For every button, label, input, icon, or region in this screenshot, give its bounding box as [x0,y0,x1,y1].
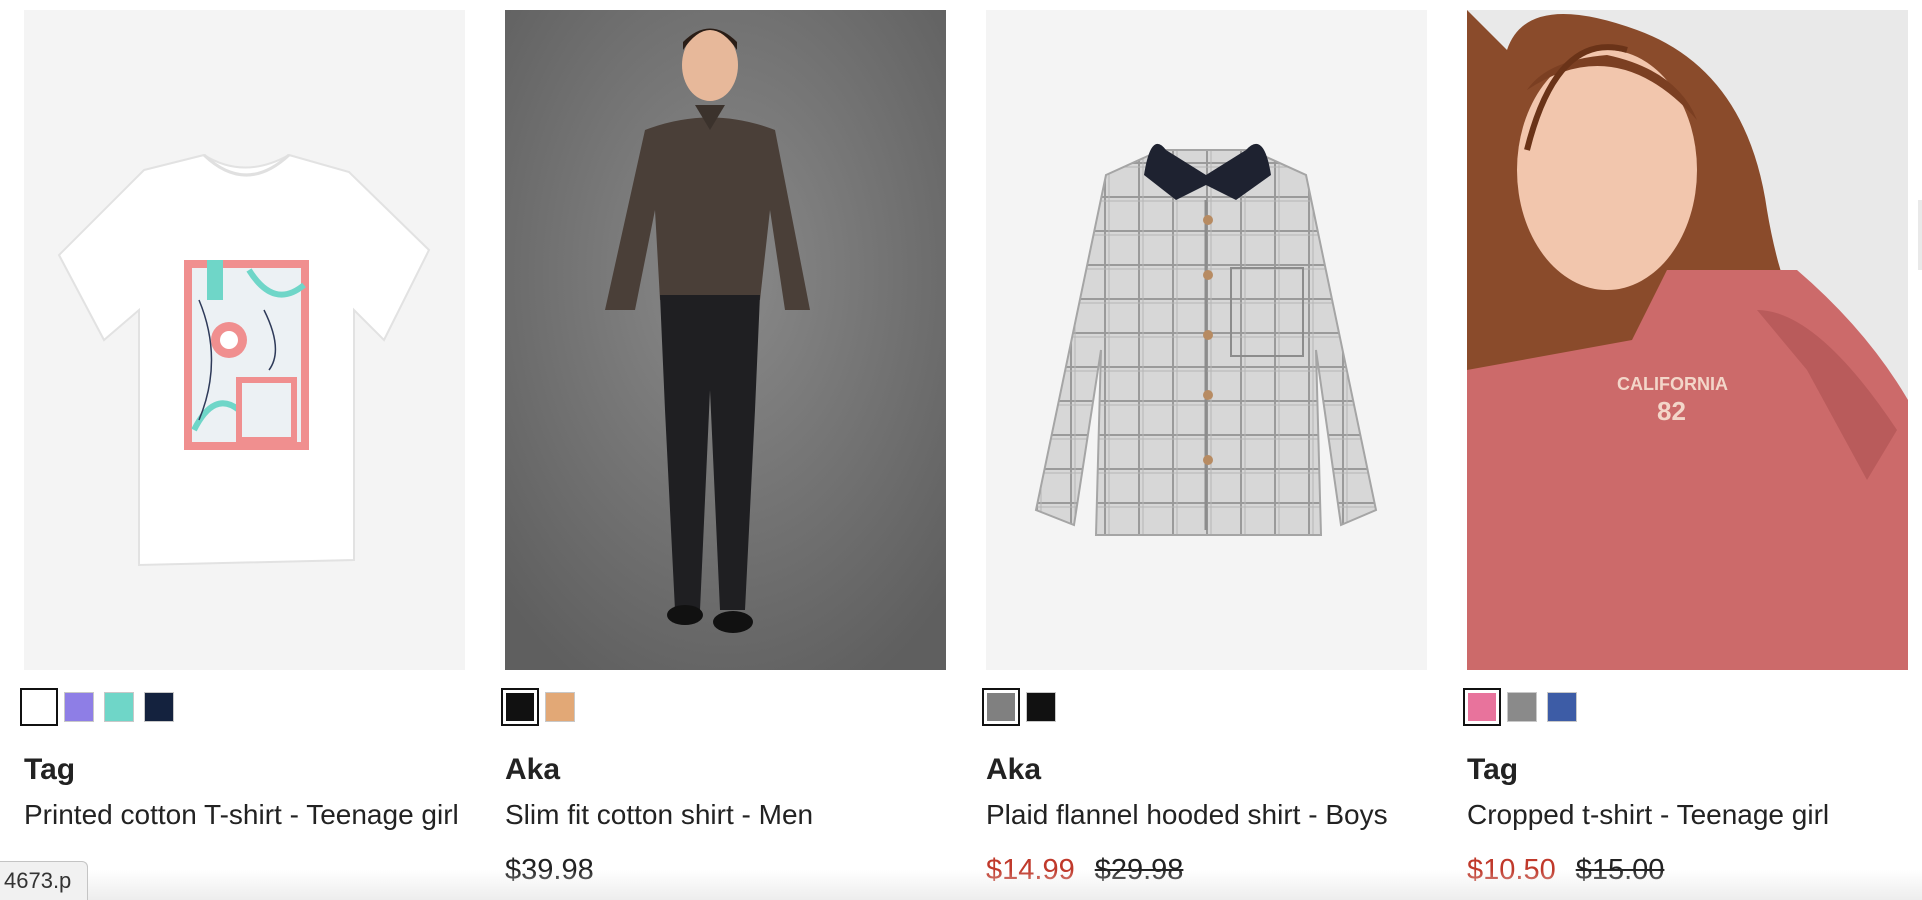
product-image-1[interactable] [24,10,465,670]
product-title[interactable]: Slim fit cotton shirt - Men [505,794,946,836]
swatch-grey[interactable] [982,688,1020,726]
product-grid: Tag Printed cotton T-shirt - Teenage gir… [20,10,1908,888]
product-image-2[interactable] [505,10,946,670]
product-brand: Aka [986,753,1042,786]
swatch-white[interactable] [20,688,58,726]
sale-price: $10.50 [1467,854,1556,886]
color-swatches [20,688,465,726]
pink-cropped-tshirt-model-image: CALIFORNIA 82 [1467,10,1908,670]
sale-price: $14.99 [986,854,1075,886]
product-image-3[interactable] [986,10,1427,670]
product-card-1[interactable]: Tag Printed cotton T-shirt - Teenage gir… [20,10,465,888]
product-price: $39.98 [505,854,594,886]
original-price: $15.00 [1575,854,1665,886]
svg-text:82: 82 [1657,396,1686,426]
swatch-black[interactable] [1026,692,1056,722]
plaid-hooded-shirt-image [986,10,1427,670]
product-image-4[interactable]: CALIFORNIA 82 [1467,10,1908,670]
swatch-pink[interactable] [1463,688,1501,726]
product-card-2[interactable]: Aka Slim fit cotton shirt - Men $39.98 [501,10,946,888]
svg-text:CALIFORNIA: CALIFORNIA [1617,374,1728,394]
swatch-turquoise[interactable] [104,692,134,722]
swatch-black[interactable] [501,688,539,726]
color-swatches [1463,688,1908,726]
product-card-3[interactable]: Aka Plaid flannel hooded shirt - Boys $1… [982,10,1427,888]
product-brand: Tag [24,753,76,786]
scrollbar-edge[interactable] [1918,200,1922,270]
status-bar-url: 4673.p [0,861,89,900]
product-card-4[interactable]: CALIFORNIA 82 Tag Cropped t-shirt - Teen… [1463,10,1908,888]
color-swatches [501,688,946,726]
price-row: $39.98 [505,852,946,888]
product-brand: Tag [1467,753,1519,786]
price-row: $10.50 $15.00 [1467,852,1908,888]
swatch-tan[interactable] [545,692,575,722]
mens-shirt-model-image [505,10,946,670]
swatch-purple[interactable] [64,692,94,722]
product-title[interactable]: Printed cotton T-shirt - Teenage girl [24,794,465,836]
swatch-navy[interactable] [144,692,174,722]
white-tshirt-image [24,10,465,670]
original-price: $29.98 [1094,854,1184,886]
color-swatches [982,688,1427,726]
product-brand: Aka [505,753,561,786]
swatch-blue[interactable] [1547,692,1577,722]
product-title[interactable]: Cropped t-shirt - Teenage girl [1467,794,1908,836]
price-row: $14.99 $29.98 [986,852,1427,888]
swatch-grey[interactable] [1507,692,1537,722]
product-title[interactable]: Plaid flannel hooded shirt - Boys [986,794,1427,836]
